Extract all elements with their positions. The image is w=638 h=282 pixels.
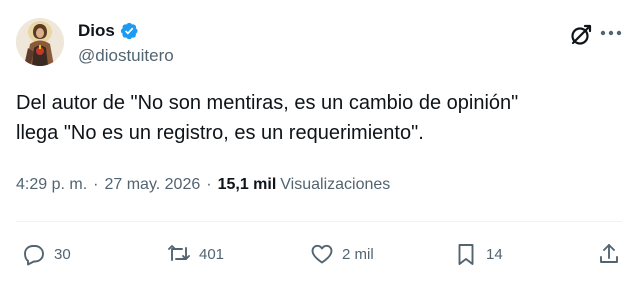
share-icon <box>600 244 618 263</box>
meta-separator: · <box>206 176 212 193</box>
bookmark-count: 14 <box>486 245 503 263</box>
author-name-row[interactable]: Dios <box>78 20 139 42</box>
bookmark-button[interactable]: 14 <box>454 240 503 268</box>
author-handle[interactable]: @diostuitero <box>78 46 174 66</box>
verified-badge-icon <box>119 21 139 41</box>
like-count: 2 mil <box>342 245 374 263</box>
tweet-time[interactable]: 4:29 p. m. <box>16 176 87 194</box>
avatar[interactable] <box>16 18 64 66</box>
retweet-icon <box>168 245 190 261</box>
reply-count: 30 <box>54 245 71 263</box>
tweet-text-line-2: llega "No es un registro, es un requerim… <box>16 122 424 144</box>
grok-icon[interactable] <box>568 22 594 48</box>
retweet-button[interactable]: 401 <box>167 240 224 268</box>
more-options-icon[interactable] <box>598 22 624 44</box>
tweet-meta: 4:29 p. m. · 27 may. 2026 · 15,1 mil Vis… <box>16 176 390 194</box>
heart-icon <box>311 244 333 264</box>
author-display-name[interactable]: Dios <box>78 21 115 41</box>
reply-button[interactable]: 30 <box>22 240 71 268</box>
tweet-text-line-1: Del autor de "No son mentiras, es un cam… <box>16 92 519 114</box>
like-button[interactable]: 2 mil <box>310 240 374 268</box>
meta-separator: · <box>93 176 99 193</box>
retweet-count: 401 <box>199 245 225 263</box>
tweet-date[interactable]: 27 may. 2026 <box>104 176 200 194</box>
share-button[interactable] <box>597 240 621 268</box>
tweet-text: Del autor de "No son mentiras, es un cam… <box>16 88 616 148</box>
views-count: 15,1 mil <box>217 176 277 193</box>
reply-icon <box>24 245 44 266</box>
sacred-heart-figure-avatar <box>16 18 64 66</box>
tweet-card: Dios @diostuitero Del autor de "No son m… <box>0 0 638 282</box>
divider <box>16 221 622 222</box>
views-label: Visualizaciones <box>280 176 391 193</box>
bookmark-icon <box>458 244 474 265</box>
